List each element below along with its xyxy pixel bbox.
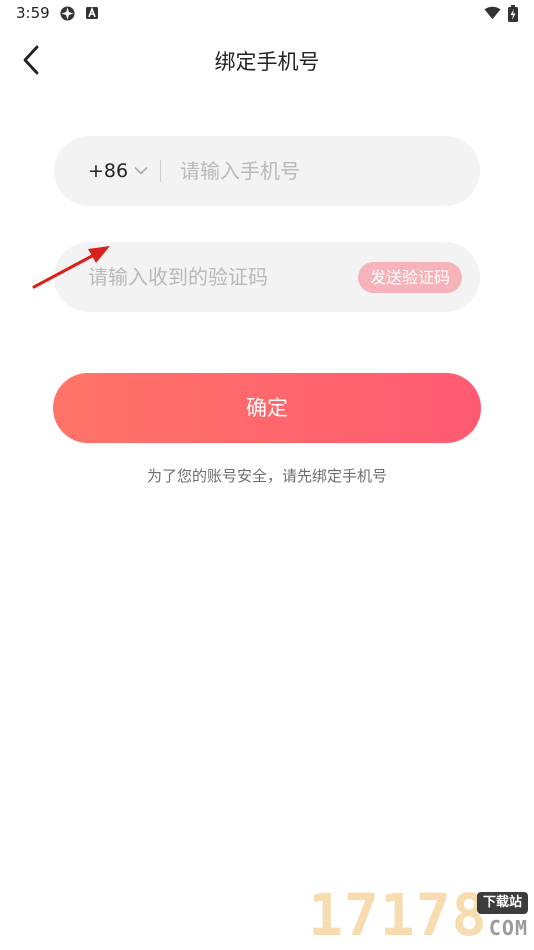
status-bar: 3:59: [0, 0, 534, 28]
phone-input[interactable]: [180, 153, 460, 189]
security-hint: 为了您的账号安全，请先绑定手机号: [146, 467, 387, 485]
field-divider: [160, 160, 161, 182]
verification-code-field: 发送验证码: [54, 242, 480, 312]
page-title: 绑定手机号: [214, 50, 320, 74]
app-notification-icon: [60, 6, 75, 21]
send-code-button[interactable]: 发送验证码: [357, 262, 462, 293]
country-code-value: +86: [88, 160, 129, 182]
watermark-badge: 下载站: [476, 892, 528, 914]
chevron-down-icon: [134, 167, 148, 175]
confirm-button[interactable]: 确定: [53, 373, 481, 443]
annotation-arrow-icon: [32, 246, 110, 289]
bind-phone-screen: 3:59 绑定手机号 +86 请输入手机号 请输入收到的验证码 发送验证码 确定…: [0, 0, 534, 950]
phone-field: +86: [54, 136, 480, 206]
watermark-domain: COM: [488, 916, 528, 940]
a-letter-icon: [86, 7, 98, 19]
watermark-digits: 17178: [308, 881, 488, 949]
app-header: 绑定手机号: [0, 28, 534, 92]
status-time: 3:59: [16, 4, 50, 22]
country-code-selector[interactable]: +86: [88, 156, 148, 186]
verification-code-input[interactable]: [88, 259, 338, 295]
site-watermark: 17178 下载站 COM: [308, 884, 530, 946]
battery-charging-icon: [508, 5, 518, 22]
wifi-icon: [484, 6, 501, 20]
